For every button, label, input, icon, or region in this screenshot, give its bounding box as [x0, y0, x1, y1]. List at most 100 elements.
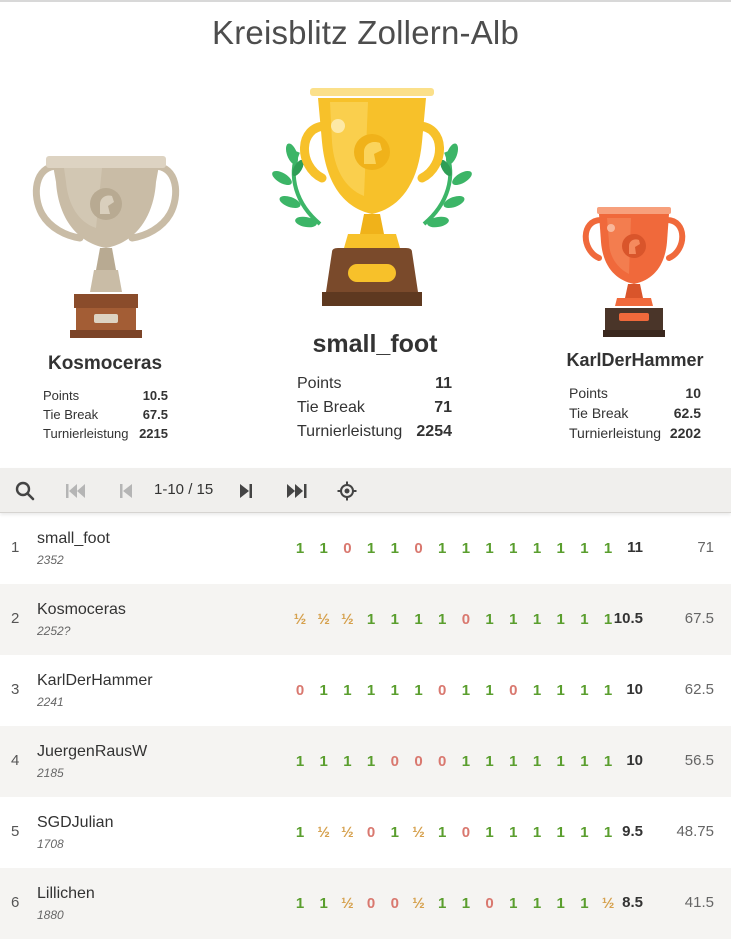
round-result[interactable]: 1 — [432, 611, 452, 628]
table-row[interactable]: 3 KarlDerHammer 2241 0 1 1 1 1 1 0 1 1 0 1 1 1 1 10 62.5 — [0, 655, 731, 726]
table-row[interactable]: 1 small_foot 2352 1 1 0 1 1 0 1 1 1 1 1 1 1 1 11 71 — [0, 513, 731, 584]
round-result[interactable]: ½ — [337, 895, 357, 912]
podium-third-name[interactable]: KarlDerHammer — [540, 350, 730, 371]
round-result[interactable]: 0 — [432, 753, 452, 770]
round-result[interactable]: 0 — [432, 682, 452, 699]
locate-me-button[interactable] — [334, 468, 360, 513]
round-result[interactable]: 1 — [574, 611, 594, 628]
player-name[interactable]: small_foot — [37, 530, 110, 548]
table-row[interactable]: 5 SGDJulian 1708 1 ½ ½ 0 1 ½ 1 0 1 1 1 1 1 1 9.5 48.75 — [0, 797, 731, 868]
round-result[interactable]: 1 — [290, 895, 310, 912]
round-result[interactable]: 1 — [432, 895, 452, 912]
round-result[interactable]: 1 — [456, 540, 476, 557]
round-result[interactable]: 1 — [456, 682, 476, 699]
round-result[interactable]: 1 — [409, 611, 429, 628]
podium-first-name[interactable]: small_foot — [265, 330, 485, 359]
table-row[interactable]: 4 JuergenRausW 2185 1 1 1 1 0 0 0 1 1 1 1 1 1 1 10 56.5 — [0, 726, 731, 797]
round-result[interactable]: 0 — [385, 753, 405, 770]
round-result[interactable]: 1 — [361, 540, 381, 557]
round-result[interactable]: 1 — [527, 895, 547, 912]
round-result[interactable]: ½ — [314, 611, 334, 628]
round-result[interactable]: 1 — [574, 753, 594, 770]
round-result[interactable]: 1 — [314, 540, 334, 557]
round-result[interactable]: 1 — [337, 753, 357, 770]
round-result[interactable]: 1 — [409, 682, 429, 699]
next-page-button[interactable] — [234, 468, 258, 513]
round-result[interactable]: 0 — [480, 895, 500, 912]
round-result[interactable]: 1 — [503, 753, 523, 770]
round-result[interactable]: 1 — [432, 824, 452, 841]
round-result[interactable]: 0 — [409, 540, 429, 557]
round-result[interactable]: 1 — [480, 682, 500, 699]
round-result[interactable]: 1 — [361, 611, 381, 628]
round-result[interactable]: 1 — [480, 540, 500, 557]
round-result[interactable]: 1 — [551, 895, 571, 912]
round-result[interactable]: ½ — [409, 895, 429, 912]
round-result[interactable]: 1 — [314, 753, 334, 770]
player-name[interactable]: SGDJulian — [37, 814, 113, 832]
player-name[interactable]: JuergenRausW — [37, 743, 147, 761]
round-result[interactable]: 1 — [290, 753, 310, 770]
round-result[interactable]: 0 — [290, 682, 310, 699]
round-result[interactable]: 1 — [527, 682, 547, 699]
round-result[interactable]: 1 — [480, 611, 500, 628]
player-name[interactable]: KarlDerHammer — [37, 672, 153, 690]
round-result[interactable]: 1 — [314, 682, 334, 699]
round-result[interactable]: 1 — [385, 824, 405, 841]
round-result[interactable]: 1 — [290, 824, 310, 841]
round-result[interactable]: 1 — [385, 540, 405, 557]
round-result[interactable]: 1 — [480, 753, 500, 770]
player-name[interactable]: Kosmoceras — [37, 601, 126, 619]
round-result[interactable]: 1 — [574, 540, 594, 557]
player-name[interactable]: Lillichen — [37, 885, 95, 903]
round-result[interactable]: ½ — [314, 824, 334, 841]
search-button[interactable] — [10, 468, 40, 513]
round-result[interactable]: 1 — [361, 753, 381, 770]
round-result[interactable]: 1 — [527, 753, 547, 770]
first-page-button[interactable] — [62, 468, 90, 513]
round-result[interactable]: ½ — [409, 824, 429, 841]
round-result[interactable]: 1 — [503, 895, 523, 912]
round-result[interactable]: 1 — [432, 540, 452, 557]
round-result[interactable]: 1 — [551, 611, 571, 628]
round-result[interactable]: 1 — [551, 753, 571, 770]
table-row[interactable]: 2 Kosmoceras 2252? ½ ½ ½ 1 1 1 1 0 1 1 1 1 1 1 10.5 67.5 — [0, 584, 731, 655]
round-result[interactable]: 1 — [574, 682, 594, 699]
round-result[interactable]: 1 — [456, 895, 476, 912]
podium-second-name[interactable]: Kosmoceras — [0, 353, 210, 375]
round-result[interactable]: 1 — [503, 824, 523, 841]
round-result[interactable]: 1 — [314, 895, 334, 912]
round-result[interactable]: 1 — [527, 540, 547, 557]
player-tiebreak: 62.5 — [684, 681, 714, 698]
round-result[interactable]: 1 — [551, 824, 571, 841]
round-result[interactable]: 1 — [290, 540, 310, 557]
round-result[interactable]: 1 — [574, 895, 594, 912]
round-result[interactable]: 1 — [337, 682, 357, 699]
round-result[interactable]: 0 — [409, 753, 429, 770]
round-result[interactable]: 1 — [456, 753, 476, 770]
round-result[interactable]: 1 — [480, 824, 500, 841]
round-result[interactable]: 1 — [551, 540, 571, 557]
round-result[interactable]: ½ — [290, 611, 310, 628]
round-result[interactable]: ½ — [337, 824, 357, 841]
previous-page-button[interactable] — [114, 468, 138, 513]
round-result[interactable]: 1 — [551, 682, 571, 699]
round-result[interactable]: 0 — [361, 824, 381, 841]
round-result[interactable]: 0 — [503, 682, 523, 699]
round-result[interactable]: 1 — [527, 824, 547, 841]
round-result[interactable]: 0 — [337, 540, 357, 557]
round-result[interactable]: ½ — [337, 611, 357, 628]
round-result[interactable]: 1 — [503, 611, 523, 628]
round-result[interactable]: 1 — [361, 682, 381, 699]
round-result[interactable]: 0 — [456, 611, 476, 628]
round-result[interactable]: 0 — [385, 895, 405, 912]
round-result[interactable]: 1 — [385, 611, 405, 628]
round-result[interactable]: 1 — [527, 611, 547, 628]
table-row[interactable]: 6 Lillichen 1880 1 1 ½ 0 0 ½ 1 1 0 1 1 1 1 ½ 8.5 41.5 — [0, 868, 731, 939]
round-result[interactable]: 1 — [503, 540, 523, 557]
round-result[interactable]: 0 — [456, 824, 476, 841]
round-result[interactable]: 0 — [361, 895, 381, 912]
round-result[interactable]: 1 — [385, 682, 405, 699]
round-result[interactable]: 1 — [574, 824, 594, 841]
last-page-button[interactable] — [283, 468, 311, 513]
